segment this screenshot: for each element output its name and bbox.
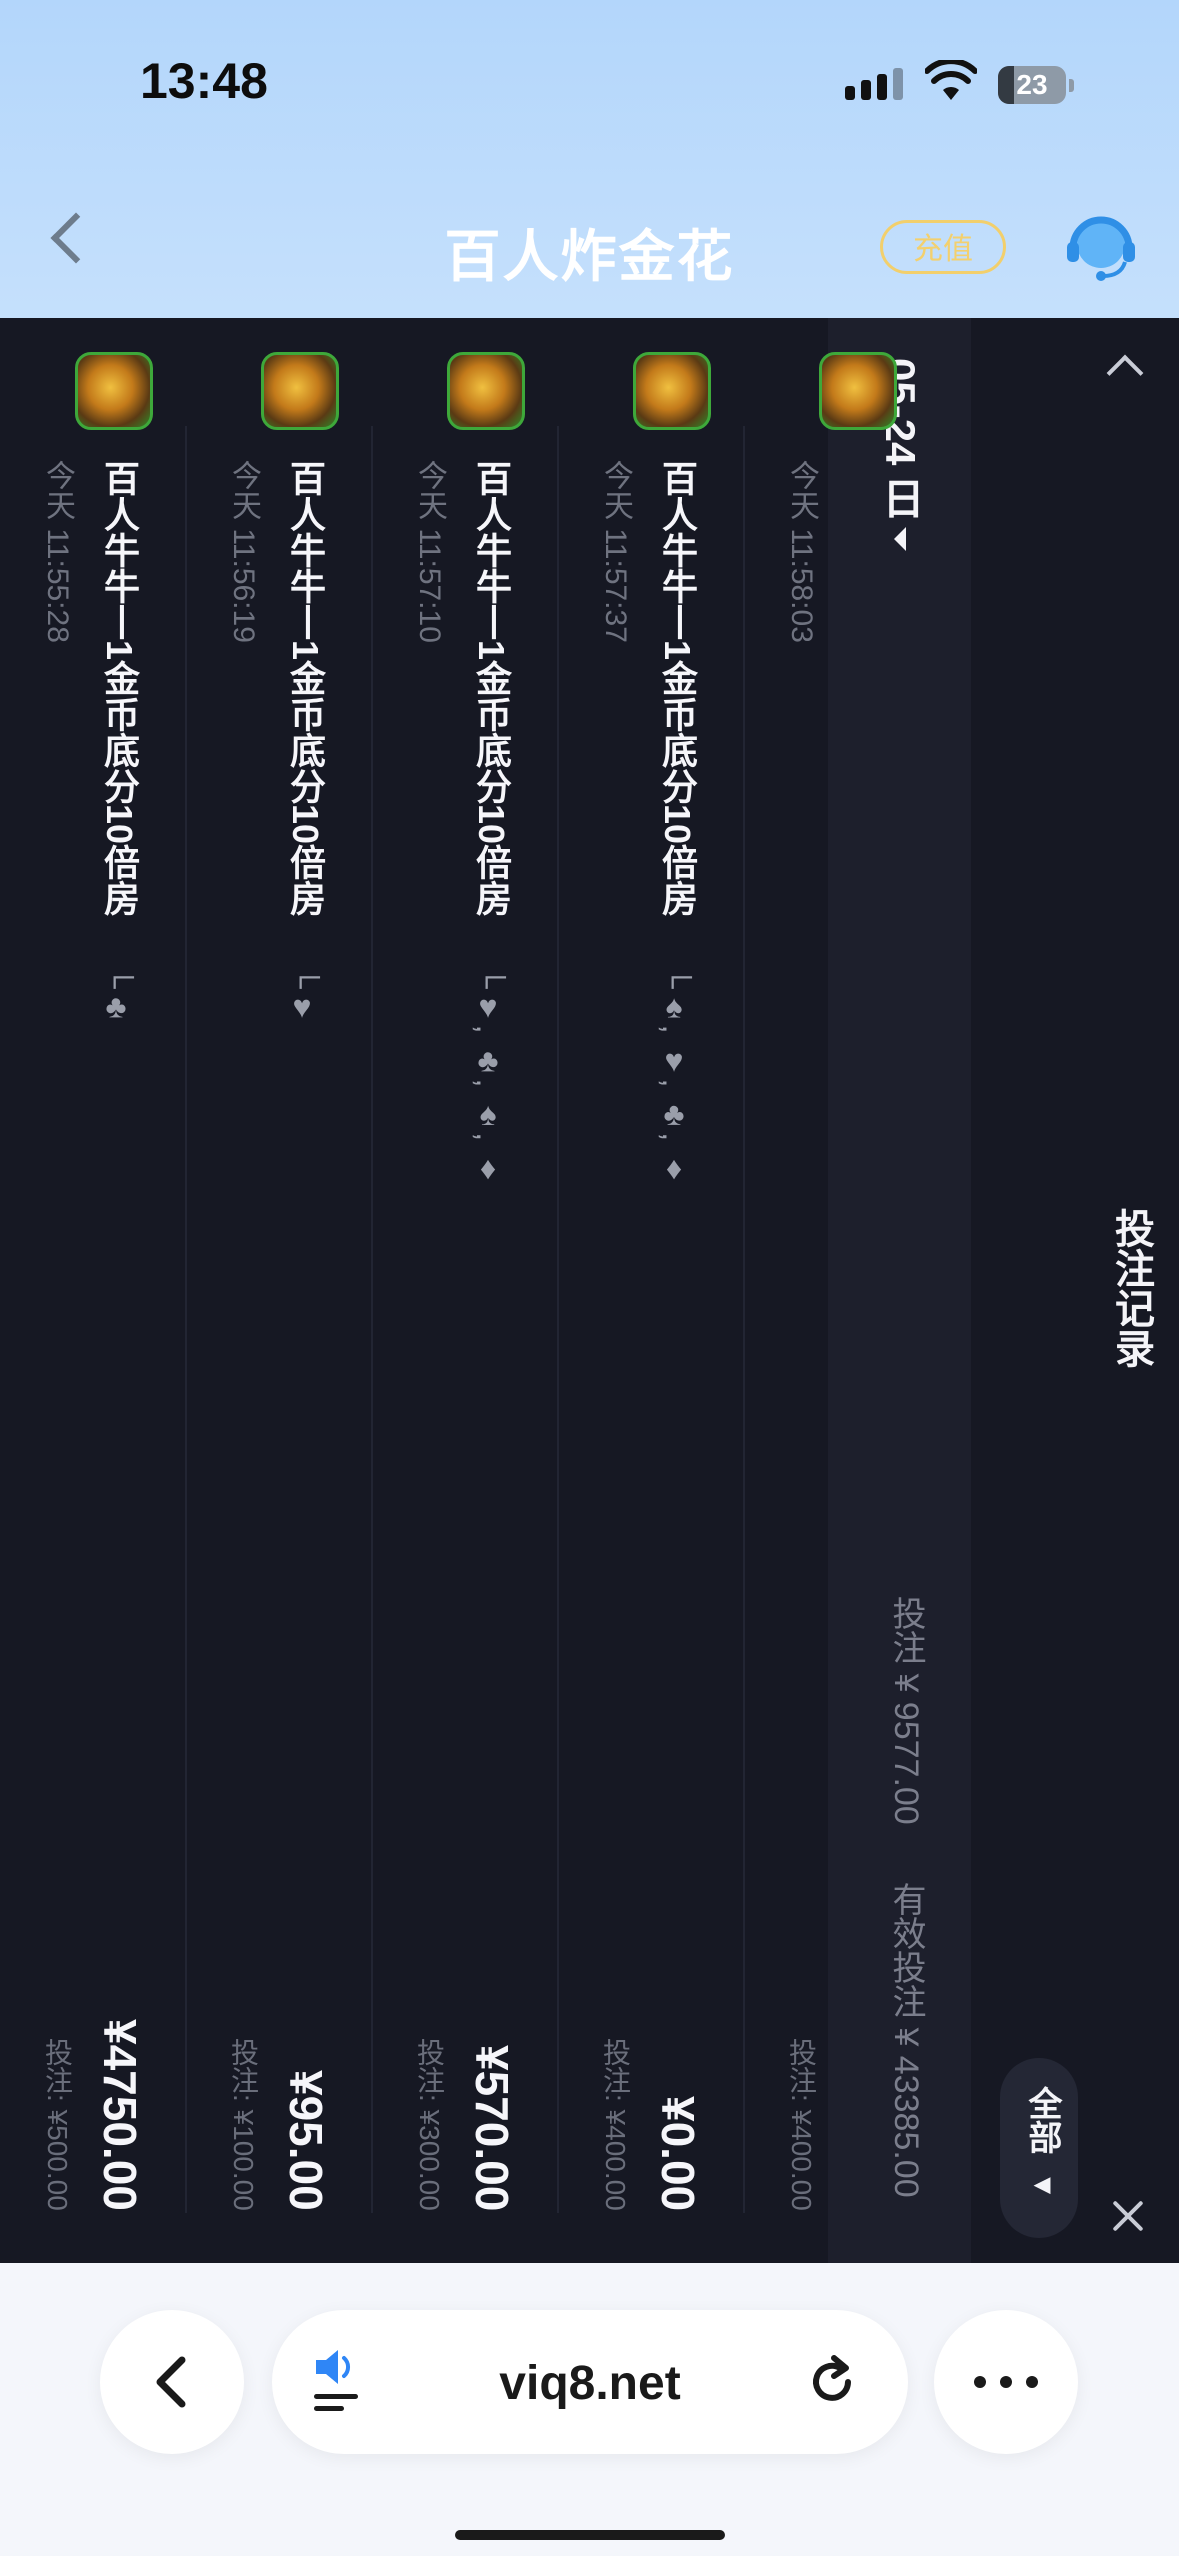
game-thumbnail-icon [447, 352, 525, 430]
record-game: 百人牛牛丨1金币底分10倍房 [657, 460, 698, 917]
record-bet: 投注: ¥500.00 [42, 2038, 73, 2211]
record-time: 今天 11:57:37 [599, 460, 632, 643]
record-suits: └♠, ♥, ♣, ♦ [656, 966, 692, 1187]
record-game: 百人牛牛丨1金币底分10倍房 [285, 460, 326, 917]
cellular-signal-icon [845, 68, 903, 100]
record-amount: ¥95.00 [280, 2070, 332, 2211]
bet-record-item[interactable]: 百人牛牛丨1金币底分10倍房 └♥, ♣, ♠, ♦ 今天 11:57:10 ¥… [373, 318, 559, 2263]
close-icon[interactable] [1108, 2196, 1148, 2236]
bet-record-item[interactable]: 今天 11:58:03 投注: ¥400.00 [745, 318, 931, 2263]
record-amount: ¥570.00 [466, 2044, 518, 2211]
top-bar: 13:48 23 百人炸金花 充值 [0, 0, 1179, 318]
address-bar[interactable]: viq8.net [272, 2310, 908, 2454]
record-amount: ¥0.00 [652, 2095, 704, 2211]
game-thumbnail-icon [633, 352, 711, 430]
game-thumbnail-icon [819, 352, 897, 430]
record-time: 今天 11:56:19 [227, 460, 260, 643]
record-time: 今天 11:57:10 [413, 460, 446, 643]
record-bet: 投注: ¥400.00 [600, 2038, 631, 2211]
record-time: 今天 11:58:03 [785, 460, 818, 643]
record-game: 百人牛牛丨1金币底分10倍房 [99, 460, 140, 917]
recharge-button[interactable]: 充值 [880, 220, 1006, 274]
game-thumbnail-icon [261, 352, 339, 430]
record-bet: 投注: ¥100.00 [228, 2038, 259, 2211]
home-indicator [455, 2530, 725, 2540]
more-icon [974, 2376, 1038, 2388]
battery-percentage: 23 [1016, 69, 1048, 100]
record-game: 百人牛牛丨1金币底分10倍房 [471, 460, 512, 917]
record-suits: └♥ [284, 966, 320, 1025]
wifi-icon [925, 60, 977, 100]
record-bet: 投注: ¥300.00 [414, 2038, 445, 2211]
record-suits: └♥, ♣, ♠, ♦ [470, 966, 506, 1187]
bet-record-item[interactable]: 百人牛牛丨1金币底分10倍房 └♠, ♥, ♣, ♦ 今天 11:57:37 ¥… [559, 318, 745, 2263]
browser-back-button[interactable] [100, 2310, 244, 2454]
chevron-up-icon[interactable] [1106, 354, 1144, 392]
bet-records-panel: 05-24 日 投注 ¥ 9577.00 有效投注 ¥ 43385.00 投注记… [0, 318, 1179, 2263]
record-suits: └♣ [98, 966, 134, 1025]
back-icon [156, 2356, 186, 2408]
reload-icon[interactable] [804, 2354, 860, 2410]
record-bet: 投注: ¥400.00 [786, 2038, 817, 2211]
bet-record-item[interactable]: 百人牛牛丨1金币底分10倍房 └♣ 今天 11:55:28 ¥4750.00 投… [1, 318, 187, 2263]
record-time: 今天 11:55:28 [41, 460, 74, 643]
browser-toolbar: viq8.net [0, 2263, 1179, 2556]
filter-label[interactable]: 全部 ◂ [1018, 2086, 1067, 2203]
status-time: 13:48 [140, 53, 268, 109]
battery-tip [1069, 79, 1074, 92]
customer-service-icon[interactable] [1063, 210, 1139, 286]
game-thumbnail-icon [75, 352, 153, 430]
record-amount: ¥4750.00 [94, 2019, 146, 2211]
more-button[interactable] [934, 2310, 1078, 2454]
bet-record-item[interactable]: 百人牛牛丨1金币底分10倍房 └♥ 今天 11:56:19 ¥95.00 投注:… [187, 318, 373, 2263]
battery-icon: 23 [998, 66, 1066, 104]
records-title: 投注记录 [1109, 1208, 1153, 1368]
